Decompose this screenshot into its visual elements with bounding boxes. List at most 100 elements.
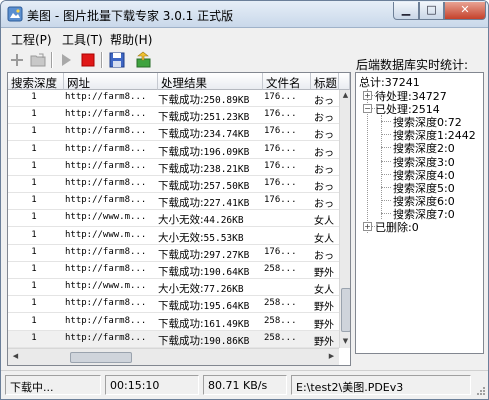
cell-depth: 1 <box>31 246 37 257</box>
cell-depth: 1 <box>31 126 37 137</box>
status-bar: 下载中... 00:15:10 80.71 KB/s E:\test2\美图.P… <box>1 370 488 399</box>
menu-help[interactable]: 帮助(H) <box>110 31 152 48</box>
table-row[interactable]: 1 http://www.m... 大小无效:77.26KB 女人 <box>8 279 339 297</box>
scroll-down-icon[interactable]: ▼ <box>340 336 350 347</box>
save-icon[interactable] <box>108 51 126 69</box>
results-table[interactable]: 搜索深度 网址 处理结果 文件名 标题 1 http://farm8... 下载成功… <box>7 72 351 366</box>
table-row[interactable]: 1 http://farm8... 下载成功:234.74KB 176... おっ <box>8 124 339 142</box>
result-status: 大小无效: <box>158 231 204 244</box>
cell-url: http://farm8... <box>65 109 147 120</box>
horizontal-scroll-thumb[interactable] <box>70 352 132 363</box>
vertical-scrollbar[interactable]: ▲ ▼ <box>339 90 350 348</box>
cell-result: 大小无效:77.26KB <box>158 281 260 296</box>
scroll-right-icon[interactable]: ▶ <box>326 351 337 362</box>
cell-result: 下载成功:238.21KB <box>158 161 260 176</box>
result-size: 250.89KB <box>203 95 250 106</box>
add-icon[interactable] <box>8 51 26 69</box>
menu-tools[interactable]: 工具(T) <box>62 31 103 48</box>
cell-title: おっ <box>314 130 334 142</box>
column-header-filename[interactable]: 文件名 <box>263 73 311 90</box>
cell-title: おっ <box>314 113 334 125</box>
export-icon[interactable] <box>135 51 153 69</box>
table-row[interactable]: 1 http://www.m... 大小无效:55.53KB 女人 <box>8 228 339 245</box>
scroll-left-icon[interactable]: ◀ <box>10 351 21 362</box>
open-folder-icon[interactable] <box>29 51 47 69</box>
toolbar-separator <box>51 52 53 68</box>
cell-result: 下载成功:257.50KB <box>158 178 260 193</box>
collapse-processed-icon[interactable]: − <box>363 104 372 113</box>
table-row[interactable]: 1 http://farm8... 下载成功:257.50KB 176... おっ <box>8 176 339 193</box>
cell-url: http://farm8... <box>65 92 147 102</box>
scroll-up-icon[interactable]: ▲ <box>340 90 350 101</box>
result-status: 下载成功: <box>158 197 204 210</box>
table-row[interactable]: 1 http://farm8... 下载成功:195.64KB 258... 野外 <box>8 296 339 314</box>
maximize-button[interactable]: □ <box>419 2 444 20</box>
status-speed: 80.71 KB/s <box>203 375 287 395</box>
cell-title: 女人 <box>314 285 334 297</box>
tree-line <box>381 160 391 162</box>
cell-title: おっ <box>314 199 334 211</box>
cell-depth: 1 <box>31 160 37 171</box>
result-size: 196.09KB <box>203 146 250 158</box>
cell-url: http://farm8... <box>65 160 147 171</box>
cell-url: http://farm8... <box>65 195 147 206</box>
cell-result: 下载成功:196.09KB <box>158 144 260 159</box>
result-size: 297.27KB <box>203 249 250 261</box>
menu-project[interactable]: 工程(P) <box>11 31 52 48</box>
resize-grip-icon[interactable] <box>475 385 486 396</box>
cell-filename: 176... <box>264 126 297 137</box>
cell-depth: 1 <box>31 92 37 102</box>
table-row[interactable]: 1 http://www.m... 大小无效:44.26KB 女人 <box>8 210 339 228</box>
column-header-depth[interactable]: 搜索深度 <box>8 73 64 90</box>
close-button[interactable]: ✕ <box>444 2 486 20</box>
vertical-scroll-thumb[interactable] <box>341 288 350 332</box>
cell-filename: 176... <box>264 143 297 154</box>
result-status: 下载成功: <box>158 317 204 330</box>
table-row[interactable]: 1 http://farm8... 下载成功:238.21KB 176... おっ <box>8 159 339 176</box>
cell-result: 下载成功:195.64KB <box>158 298 260 313</box>
stats-tree[interactable]: 总计:37241 + 待处理:34727 − 已处理:2514 搜索深度0:72… <box>355 72 484 354</box>
column-header-url[interactable]: 网址 <box>64 73 158 90</box>
result-status: 下载成功: <box>158 334 204 347</box>
cell-depth: 1 <box>31 195 37 206</box>
expand-pending-icon[interactable]: + <box>363 91 372 100</box>
table-row[interactable]: 1 http://farm8... 下载成功:227.41KB 176... おっ <box>8 193 339 211</box>
table-row[interactable]: 1 http://farm8... 下载成功:250.89KB 176... おっ <box>8 90 339 107</box>
cell-filename: 176... <box>264 92 297 102</box>
cell-depth: 1 <box>31 178 37 188</box>
cell-depth: 1 <box>31 212 37 223</box>
cell-depth: 1 <box>31 281 37 292</box>
cell-result: 大小无效:44.26KB <box>158 212 260 227</box>
result-size: 227.41KB <box>203 198 250 210</box>
result-size: 190.64KB <box>203 267 250 278</box>
table-row[interactable]: 1 http://farm8... 下载成功:190.86KB 258... 野外 <box>8 330 339 348</box>
minimize-button[interactable]: ▁ <box>393 2 419 20</box>
result-status: 下载成功: <box>158 111 204 124</box>
expand-deleted-icon[interactable]: + <box>363 222 372 231</box>
cell-url: http://farm8... <box>65 143 147 154</box>
stats-deleted[interactable]: 已删除:0 <box>375 219 419 235</box>
cell-url: http://farm8... <box>65 315 147 326</box>
table-row[interactable]: 1 http://farm8... 下载成功:190.64KB 258... 野外 <box>8 262 339 279</box>
cell-title: 野外 <box>314 336 334 348</box>
cell-depth: 1 <box>31 143 37 154</box>
column-header-title[interactable]: 标题 <box>311 73 339 90</box>
cell-url: http://farm8... <box>65 126 147 137</box>
result-status: 下载成功: <box>158 162 204 175</box>
stop-icon[interactable] <box>79 51 97 69</box>
cell-filename: 258... <box>264 315 297 326</box>
table-row[interactable]: 1 http://farm8... 下载成功:161.49KB 258... 野外 <box>8 314 339 331</box>
result-size: 44.26KB <box>203 215 244 227</box>
toolbar-separator <box>101 52 103 68</box>
result-status: 大小无效: <box>158 283 204 296</box>
cell-url: http://farm8... <box>65 246 147 257</box>
table-row[interactable]: 1 http://farm8... 下载成功:251.23KB 176... おっ <box>8 107 339 125</box>
table-row[interactable]: 1 http://farm8... 下载成功:196.09KB 176... おっ <box>8 142 339 159</box>
table-row[interactable]: 1 http://farm8... 下载成功:297.27KB 176... おっ <box>8 245 339 262</box>
play-icon[interactable] <box>57 51 75 69</box>
cell-filename: 176... <box>264 109 297 120</box>
result-status: 下载成功: <box>158 128 204 141</box>
horizontal-scrollbar[interactable]: ◀ ▶ <box>8 348 339 365</box>
column-header-result[interactable]: 处理结果 <box>158 73 263 90</box>
cell-result: 下载成功:234.74KB <box>158 126 260 141</box>
